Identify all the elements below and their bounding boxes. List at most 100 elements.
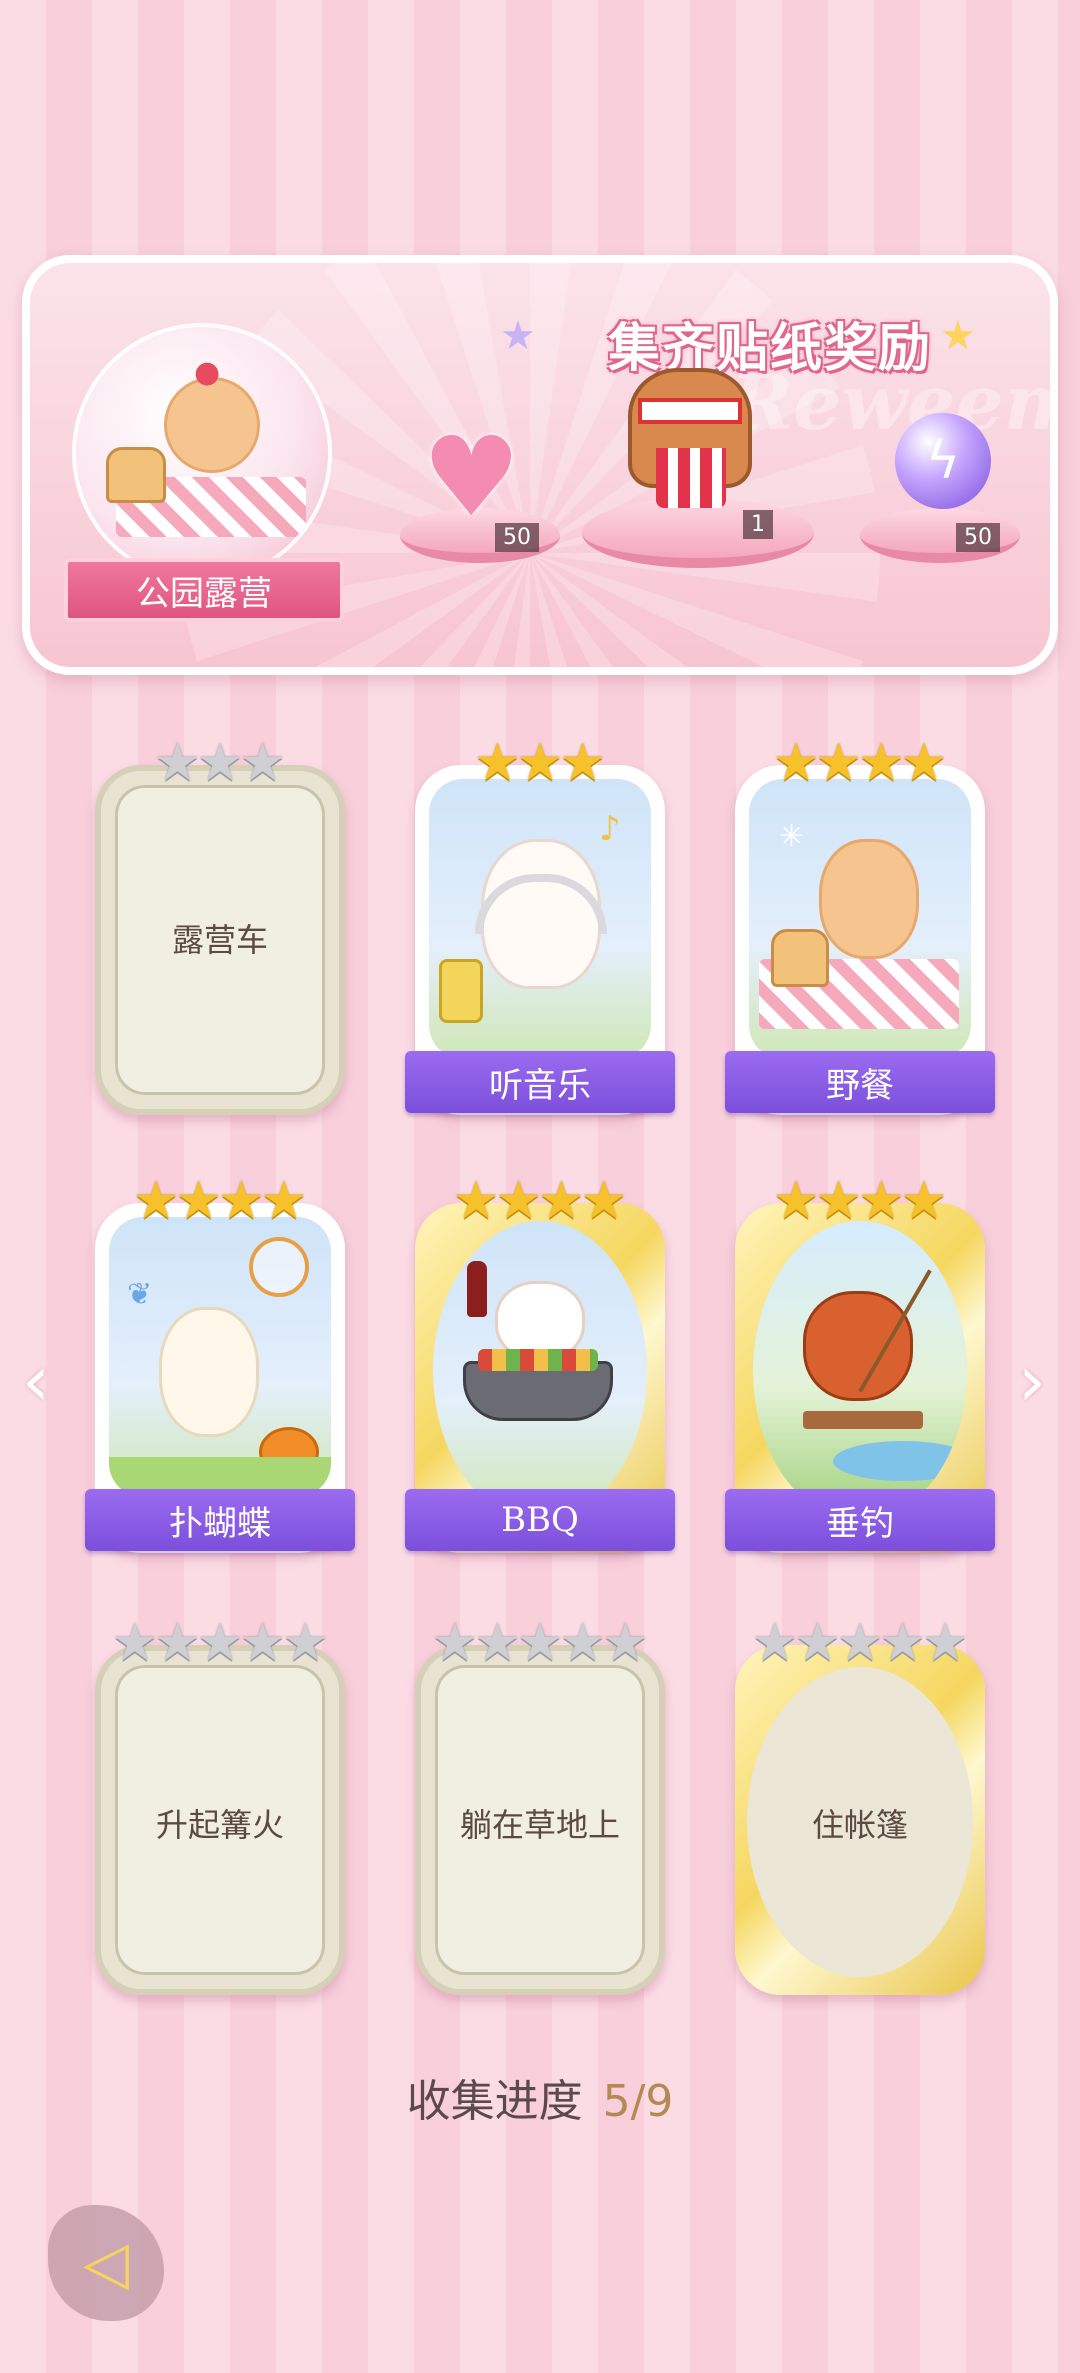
3d-glasses-icon <box>638 398 742 424</box>
card-label: 露营车 <box>171 921 268 959</box>
music-note-icon: ♪ <box>599 809 621 849</box>
butterfly-icon: ❦ <box>127 1277 153 1312</box>
star-icon: ★ <box>836 1613 884 1673</box>
purple-star-icon: ★ <box>500 313 536 359</box>
chevron-right-icon[interactable]: › <box>1018 1340 1046 1422</box>
card-label: 躺在草地上 <box>459 1806 620 1844</box>
food-skewers <box>478 1349 598 1371</box>
bench-icon <box>803 1411 923 1429</box>
star-rating: ★ ★ ★ ★ ★ <box>95 1609 345 1669</box>
strawberry-icon: ● <box>194 355 221 390</box>
star-icon: ★ <box>900 1171 948 1231</box>
sticker-card-fishing[interactable]: 垂钓 ★ ★ ★ ★ <box>725 1175 995 1553</box>
star-icon: ★ <box>772 733 820 793</box>
sticker-card-picnic[interactable]: ✳ 野餐 ★ ★ ★ ★ <box>725 737 995 1115</box>
card-label: 住帐篷 <box>811 1806 908 1844</box>
star-rating: ★ ★ ★ <box>415 729 665 789</box>
progress-value: 5/9 <box>602 2076 674 2127</box>
star-icon: ★ <box>538 1171 585 1231</box>
star-icon: ★ <box>260 1171 308 1231</box>
star-icon: ★ <box>516 733 564 793</box>
star-icon: ★ <box>900 733 948 793</box>
star-icon: ★ <box>559 1613 606 1673</box>
pink-heart-gem-icon: ♥ <box>422 413 521 541</box>
net-icon <box>249 1237 309 1297</box>
toast-icon <box>106 447 166 503</box>
star-icon: ★ <box>559 733 606 793</box>
reward-count: 1 <box>743 510 773 539</box>
reward-count: 50 <box>495 523 539 552</box>
cola-bottle-icon <box>467 1261 487 1317</box>
pond <box>833 1441 967 1481</box>
sticker-card-lying-on-grass[interactable]: 躺在草地上 ★ ★ ★ ★ ★ <box>415 1617 665 1995</box>
star-icon: ★ <box>474 1613 521 1673</box>
star-icon: ★ <box>516 1613 564 1673</box>
card-illustration <box>433 1221 647 1521</box>
star-icon: ★ <box>111 1613 159 1673</box>
star-icon: ★ <box>879 1613 926 1673</box>
star-icon: ★ <box>921 1613 969 1673</box>
star-icon: ★ <box>175 1171 222 1231</box>
card-label: 垂钓 <box>725 1489 995 1551</box>
back-arrow-icon: ◁ <box>82 2228 130 2298</box>
collection-progress: 收集进度 5/9 <box>0 2065 1080 2129</box>
star-icon: ★ <box>772 1171 820 1231</box>
sticker-card-butterfly[interactable]: ❦ 扑蝴蝶 ★ ★ ★ ★ <box>85 1175 355 1553</box>
star-icon: ★ <box>239 1613 286 1673</box>
reward-banner: Reweem ★ ★ 集齐贴纸奖励 ● 公园露营 ♥ 50 1 ϟ 50 <box>22 255 1058 675</box>
reward-count: 50 <box>956 523 1000 552</box>
red-panda-icon <box>803 1291 913 1401</box>
sticker-card-campfire[interactable]: 升起篝火 ★ ★ ★ ★ ★ <box>95 1617 345 1995</box>
back-button[interactable]: ◁ <box>48 2205 164 2321</box>
reward-item-heart-gem[interactable]: ♥ 50 <box>400 413 580 573</box>
sticker-card-music[interactable]: ♪ 听音乐 ★ ★ ★ <box>405 737 675 1115</box>
sticker-card-bbq[interactable]: BBQ ★ ★ ★ ★ <box>405 1175 675 1553</box>
star-icon: ★ <box>154 733 201 793</box>
progress-label: 收集进度 <box>406 2076 583 2127</box>
star-icon: ★ <box>196 1613 244 1673</box>
star-icon: ★ <box>132 1171 180 1231</box>
popcorn-bucket-icon <box>656 448 726 508</box>
card-label: BBQ <box>405 1489 675 1551</box>
star-icon: ★ <box>431 1613 479 1673</box>
star-icon: ★ <box>858 733 905 793</box>
star-icon: ★ <box>815 1171 862 1231</box>
chevron-left-icon[interactable]: ‹ <box>22 1340 50 1422</box>
card-illustration <box>753 1221 967 1521</box>
snowflake-icon: ✳ <box>779 819 805 854</box>
cat-icon <box>164 377 260 473</box>
star-rating: ★ ★ ★ ★ <box>415 1167 665 1227</box>
star-rating: ★ ★ ★ <box>95 729 345 789</box>
star-icon: ★ <box>154 1613 201 1673</box>
reward-item-lightning-orb[interactable]: ϟ 50 <box>850 413 1030 573</box>
star-rating: ★ ★ ★ ★ <box>95 1167 345 1227</box>
star-icon: ★ <box>495 1171 542 1231</box>
card-illustration: ❦ <box>109 1217 331 1497</box>
sticker-card-camper[interactable]: 露营车 ★ ★ ★ <box>95 737 345 1115</box>
star-icon: ★ <box>196 733 244 793</box>
sticker-card-tent[interactable]: 住帐篷 ★ ★ ★ ★ ★ <box>735 1617 985 1995</box>
star-icon: ★ <box>474 733 521 793</box>
card-illustration: ♪ <box>429 779 651 1059</box>
star-icon: ★ <box>601 1613 649 1673</box>
star-icon: ★ <box>218 1171 265 1231</box>
star-icon: ★ <box>815 733 862 793</box>
cat-icon <box>819 839 919 959</box>
toast-icon <box>771 929 829 987</box>
camp-theme-bubble[interactable]: ● <box>72 323 332 583</box>
star-rating: ★ ★ ★ ★ <box>735 1167 985 1227</box>
star-rating: ★ ★ ★ ★ ★ <box>735 1609 985 1669</box>
star-icon: ★ <box>281 1613 329 1673</box>
bear-icon <box>159 1307 259 1437</box>
card-label: 升起篝火 <box>155 1806 284 1844</box>
star-icon: ★ <box>858 1171 905 1231</box>
card-label: 听音乐 <box>405 1051 675 1113</box>
card-illustration: ✳ <box>749 779 971 1059</box>
camp-theme-label: 公园露营 <box>64 558 344 622</box>
reward-item-popcorn-sticker[interactable]: 1 <box>578 328 818 568</box>
lightning-orb-icon: ϟ <box>895 413 991 509</box>
star-icon: ★ <box>794 1613 841 1673</box>
card-label: 扑蝴蝶 <box>85 1489 355 1551</box>
star-icon: ★ <box>751 1613 799 1673</box>
card-label: 野餐 <box>725 1051 995 1113</box>
